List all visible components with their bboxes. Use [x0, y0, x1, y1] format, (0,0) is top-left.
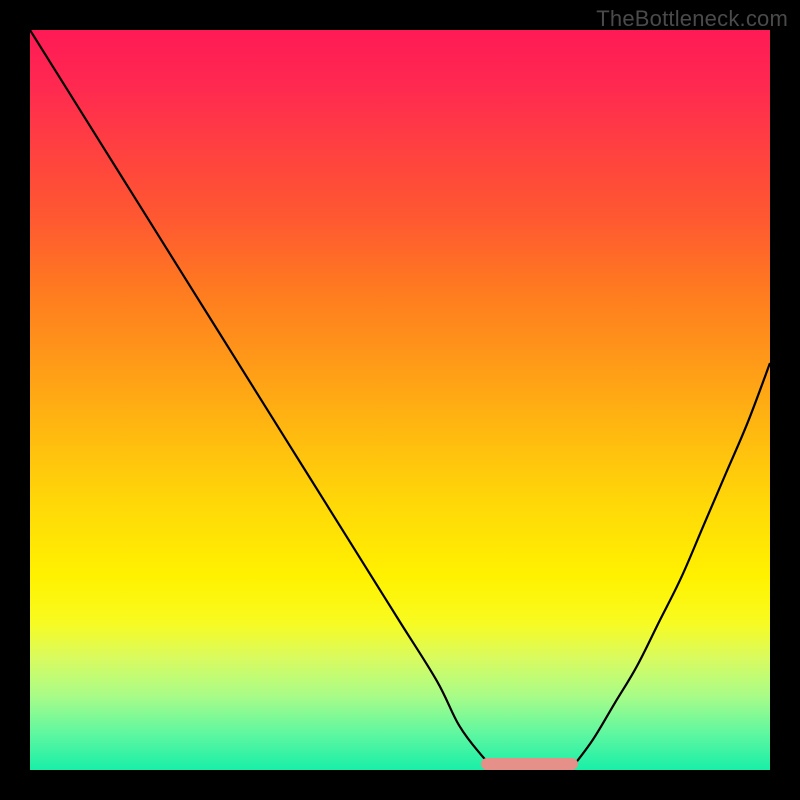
- plot-area: [30, 30, 770, 770]
- right-curve-line: [570, 363, 770, 770]
- chart-frame: TheBottleneck.com: [0, 0, 800, 800]
- left-curve-line: [30, 30, 496, 770]
- chart-lines: [30, 30, 770, 770]
- watermark-text: TheBottleneck.com: [596, 6, 788, 32]
- flat-marker: [481, 758, 577, 770]
